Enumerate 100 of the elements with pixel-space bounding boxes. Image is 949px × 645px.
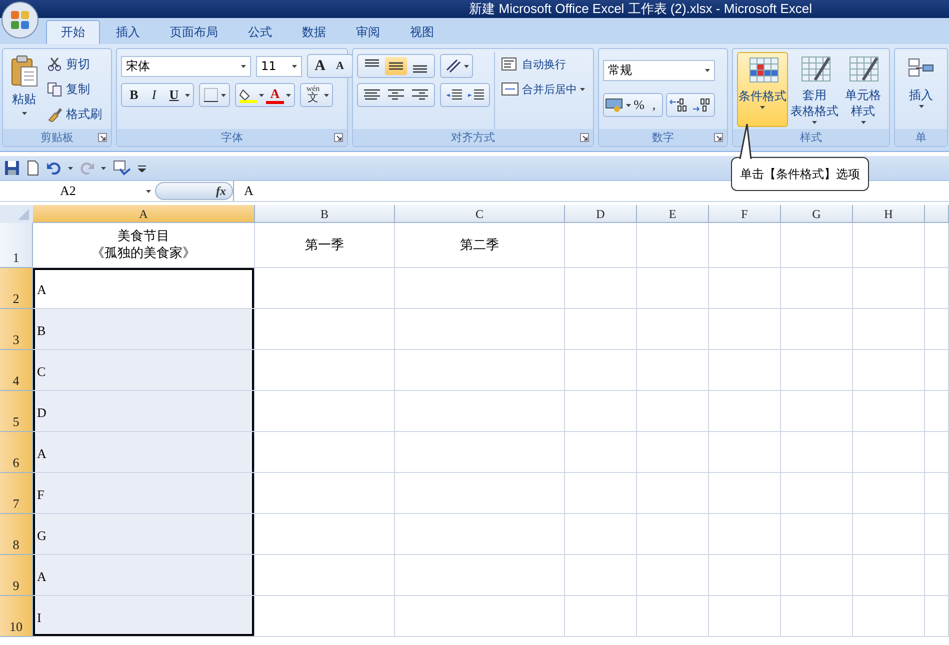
ribbon-button[interactable]: 格式刷 xyxy=(47,104,102,124)
row-header[interactable]: 9 xyxy=(0,555,33,596)
table-cell xyxy=(637,596,709,637)
ribbon-tab[interactable]: 开始 xyxy=(46,20,100,44)
column-header[interactable]: H xyxy=(853,205,925,223)
table-cell xyxy=(853,473,925,514)
percent-button[interactable]: % xyxy=(632,95,646,115)
caret-icon[interactable] xyxy=(812,121,817,124)
align-lines-icon[interactable] xyxy=(385,57,407,75)
table-cell xyxy=(709,223,781,268)
ribbon-button[interactable]: 剪切 xyxy=(47,54,102,74)
wrap-text-button[interactable]: 自动换行 xyxy=(501,54,585,74)
caret-icon[interactable] xyxy=(68,166,73,170)
row-header[interactable]: 10 xyxy=(0,596,33,637)
column-header[interactable]: E xyxy=(637,205,709,223)
dialog-launcher-icon[interactable] xyxy=(334,133,343,142)
caret-icon[interactable] xyxy=(286,94,291,96)
column-header[interactable]: G xyxy=(781,205,853,223)
caret-icon[interactable] xyxy=(760,106,765,109)
column-header[interactable]: B xyxy=(255,205,395,223)
caret-icon[interactable] xyxy=(918,105,924,108)
caret-icon[interactable] xyxy=(626,104,631,106)
table-cell: B xyxy=(33,309,255,350)
table-cell xyxy=(709,514,781,555)
cell-text: 美食节目 xyxy=(118,228,170,245)
table-cell: A xyxy=(33,432,255,473)
caret-icon[interactable] xyxy=(860,121,866,124)
text-angle-icon[interactable] xyxy=(444,58,462,74)
table-cell xyxy=(925,432,949,473)
comma-button[interactable]: , xyxy=(647,95,661,115)
dialog-launcher-icon[interactable] xyxy=(98,133,107,142)
ribbon-button[interactable]: 单元格 样式 xyxy=(841,52,885,127)
caret-icon[interactable] xyxy=(292,64,297,68)
ribbon-tab[interactable]: 审阅 xyxy=(342,20,394,44)
caret-icon[interactable] xyxy=(22,112,26,115)
ribbon-button[interactable]: 复制 xyxy=(47,79,102,99)
caret-icon[interactable] xyxy=(146,190,151,192)
column-header[interactable]: F xyxy=(709,205,781,223)
font-size-field[interactable]: 11 xyxy=(256,56,302,76)
number-format-field[interactable]: 常规 xyxy=(603,60,715,81)
table-cell xyxy=(565,514,637,555)
currency-icon[interactable] xyxy=(605,97,625,113)
shrink-font-button[interactable]: A xyxy=(331,56,349,76)
merge-center-button[interactable]: 合并后居中 xyxy=(501,79,585,99)
group-label: 对齐方式 xyxy=(451,130,495,145)
caret-icon[interactable] xyxy=(221,94,226,96)
table-cell: G xyxy=(33,514,255,555)
dialog-launcher-icon[interactable] xyxy=(714,133,723,142)
bold-button[interactable]: B xyxy=(125,85,143,105)
ribbon-button[interactable]: 条件格式 xyxy=(737,52,788,127)
column-header[interactable]: C xyxy=(395,205,565,223)
caret-icon[interactable] xyxy=(101,166,106,170)
row-header[interactable]: 6 xyxy=(0,432,33,473)
row-header[interactable]: 8 xyxy=(0,514,33,555)
paste-button[interactable]: 粘贴 xyxy=(7,52,41,129)
ribbon-tab[interactable]: 公式 xyxy=(234,20,286,44)
table-cell: A xyxy=(33,268,255,309)
table-cell xyxy=(781,514,853,555)
dialog-launcher-icon[interactable] xyxy=(580,133,589,142)
row-header[interactable]: 4 xyxy=(0,350,33,391)
caret-icon[interactable] xyxy=(324,94,329,96)
column-header[interactable]: D xyxy=(565,205,637,223)
underline-button[interactable]: U xyxy=(165,85,183,105)
customize-icon[interactable] xyxy=(138,164,146,172)
grow-font-button[interactable]: A xyxy=(311,56,329,76)
row-header[interactable]: 1 xyxy=(0,223,33,268)
table-cell xyxy=(637,350,709,391)
ribbon-button[interactable]: 插入 xyxy=(899,52,943,127)
caret-icon[interactable] xyxy=(464,64,469,68)
caret-icon[interactable] xyxy=(259,94,264,96)
borders-icon[interactable] xyxy=(203,87,219,103)
row-header[interactable]: 2 xyxy=(0,268,33,309)
row-header[interactable]: 5 xyxy=(0,391,33,432)
table-cell xyxy=(709,391,781,432)
fill-bucket-icon[interactable] xyxy=(239,87,257,103)
caret-icon[interactable] xyxy=(241,64,246,68)
insert-function-button[interactable]: fx xyxy=(216,184,226,198)
print-preview-icon[interactable] xyxy=(112,160,132,176)
caret-icon[interactable] xyxy=(580,88,585,90)
ribbon-tab[interactable]: 数据 xyxy=(288,20,340,44)
caret-icon[interactable] xyxy=(185,94,190,96)
ribbon-tab[interactable]: 插入 xyxy=(102,20,154,44)
font-name-field[interactable]: 宋体 xyxy=(121,56,251,76)
italic-button[interactable]: I xyxy=(145,85,163,105)
ribbon-button[interactable]: 套用 表格格式 xyxy=(790,52,839,127)
caret-icon[interactable] xyxy=(705,69,710,72)
ribbon-tab[interactable]: 视图 xyxy=(396,20,448,44)
new-document-icon[interactable] xyxy=(26,160,40,176)
save-icon[interactable] xyxy=(4,160,20,176)
formula-input[interactable]: A xyxy=(233,181,254,201)
ribbon-tab[interactable]: 页面布局 xyxy=(156,20,232,44)
table-cell xyxy=(925,514,949,555)
table-cell xyxy=(853,223,925,268)
column-header[interactable]: A xyxy=(33,205,255,223)
row-header[interactable]: 7 xyxy=(0,473,33,514)
name-box[interactable]: A2 xyxy=(0,183,155,199)
row-header[interactable]: 3 xyxy=(0,309,33,350)
undo-icon[interactable] xyxy=(46,160,62,176)
table-cell xyxy=(709,596,781,637)
table-cell xyxy=(709,432,781,473)
